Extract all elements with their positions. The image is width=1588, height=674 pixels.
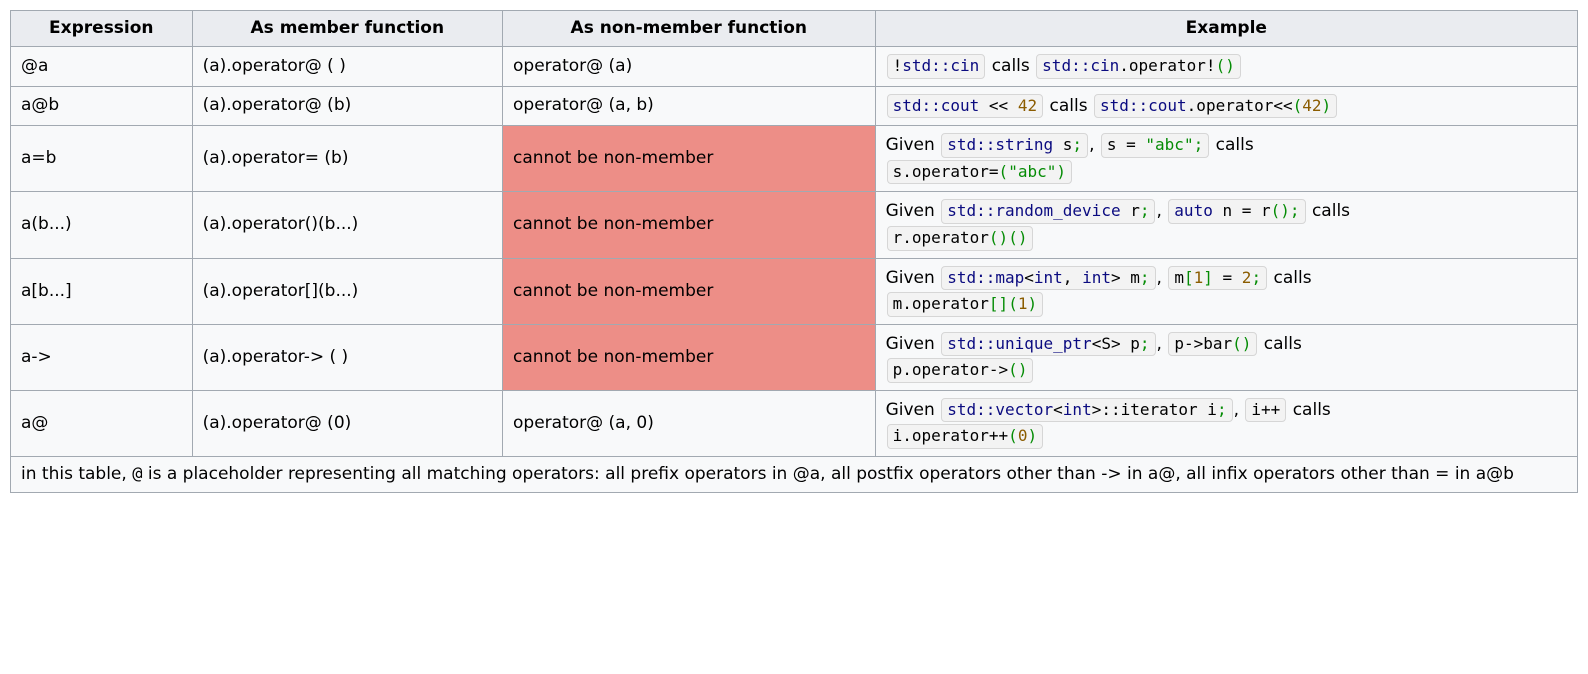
code-chip: !std::cin [887, 54, 986, 79]
connector-calls: calls [992, 56, 1030, 76]
connector-given: Given [886, 135, 935, 155]
cell-example: Given std::string s;, s = "abc"; calls s… [875, 126, 1577, 192]
cell-expression: a[b...] [11, 258, 193, 324]
code-chip: s = "abc"; [1101, 133, 1209, 158]
connector-comma: , [1156, 201, 1161, 221]
connector-calls: calls [1216, 135, 1254, 155]
cell-example: Given std::unique_ptr<S> p;, p->bar() ca… [875, 324, 1577, 390]
code-chip: std::map<int, int> m; [941, 266, 1155, 291]
cell-nonmember-no: cannot be non-member [503, 192, 876, 258]
code-chip: p->bar() [1168, 332, 1257, 357]
footnote-pre: in this table, [21, 464, 132, 484]
connector-calls: calls [1312, 201, 1350, 221]
code-chip: std::unique_ptr<S> p; [941, 332, 1155, 357]
connector-calls: calls [1273, 268, 1311, 288]
code-chip: m.operator[](1) [887, 292, 1044, 317]
cell-member: (a).operator@ (b) [192, 86, 502, 126]
table-row: a@ (a).operator@ (0) operator@ (a, 0) Gi… [11, 390, 1578, 456]
connector-comma: , [1157, 334, 1162, 354]
connector-given: Given [886, 400, 935, 420]
cell-nonmember-no: cannot be non-member [503, 324, 876, 390]
cell-member: (a).operator[](b...) [192, 258, 502, 324]
cell-nonmember: operator@ (a) [503, 46, 876, 86]
code-chip: std::random_device r; [941, 199, 1155, 224]
col-nonmember: As non-member function [503, 11, 876, 47]
cell-example: std::cout << 42 calls std::cout.operator… [875, 86, 1577, 126]
col-expression: Expression [11, 11, 193, 47]
cell-nonmember: operator@ (a, 0) [503, 390, 876, 456]
cell-member: (a).operator= (b) [192, 126, 502, 192]
connector-given: Given [886, 268, 935, 288]
cell-expression: @a [11, 46, 193, 86]
code-chip: std::vector<int>::iterator i; [941, 398, 1232, 423]
connector-comma: , [1089, 135, 1094, 155]
table-row: a=b (a).operator= (b) cannot be non-memb… [11, 126, 1578, 192]
cell-example: Given std::vector<int>::iterator i;, i++… [875, 390, 1577, 456]
cell-nonmember-no: cannot be non-member [503, 258, 876, 324]
cell-nonmember-no: cannot be non-member [503, 126, 876, 192]
cell-expression: a@b [11, 86, 193, 126]
cell-member: (a).operator@ ( ) [192, 46, 502, 86]
code-chip: i++ [1245, 398, 1286, 423]
connector-comma: , [1157, 268, 1162, 288]
cell-example: Given std::map<int, int> m;, m[1] = 2; c… [875, 258, 1577, 324]
cell-example: !std::cin calls std::cin.operator!() [875, 46, 1577, 86]
code-chip: auto n = r(); [1168, 199, 1305, 224]
table-row: a[b...] (a).operator[](b...) cannot be n… [11, 258, 1578, 324]
cell-example: Given std::random_device r;, auto n = r(… [875, 192, 1577, 258]
operator-overload-table: Expression As member function As non-mem… [10, 10, 1578, 493]
footnote-at: @ [132, 464, 142, 484]
table-row: @a (a).operator@ ( ) operator@ (a) !std:… [11, 46, 1578, 86]
connector-calls: calls [1293, 400, 1331, 420]
connector-comma: , [1234, 400, 1239, 420]
footnote-cell: in this table, @ is a placeholder repres… [11, 457, 1578, 493]
col-member: As member function [192, 11, 502, 47]
connector-calls: calls [1049, 96, 1087, 116]
connector-given: Given [886, 334, 935, 354]
code-chip: std::cout << 42 [887, 94, 1044, 119]
code-chip: i.operator++(0) [887, 424, 1044, 449]
cell-expression: a-> [11, 324, 193, 390]
cell-expression: a=b [11, 126, 193, 192]
col-example: Example [875, 11, 1577, 47]
cell-expression: a(b...) [11, 192, 193, 258]
footnote-post: is a placeholder representing all matchi… [142, 464, 1513, 484]
table-footnote-row: in this table, @ is a placeholder repres… [11, 457, 1578, 493]
connector-given: Given [886, 201, 935, 221]
table-row: a-> (a).operator-> ( ) cannot be non-mem… [11, 324, 1578, 390]
table-row: a(b...) (a).operator()(b...) cannot be n… [11, 192, 1578, 258]
cell-expression: a@ [11, 390, 193, 456]
table-row: a@b (a).operator@ (b) operator@ (a, b) s… [11, 86, 1578, 126]
code-chip: std::cout.operator<<(42) [1094, 94, 1337, 119]
cell-member: (a).operator@ (0) [192, 390, 502, 456]
code-chip: std::cin.operator!() [1036, 54, 1241, 79]
code-chip: m[1] = 2; [1168, 266, 1267, 291]
cell-nonmember: operator@ (a, b) [503, 86, 876, 126]
code-chip: std::string s; [941, 133, 1088, 158]
code-chip: s.operator=("abc") [887, 160, 1072, 185]
code-chip: r.operator()() [887, 226, 1034, 251]
connector-calls: calls [1264, 334, 1302, 354]
table-header-row: Expression As member function As non-mem… [11, 11, 1578, 47]
cell-member: (a).operator-> ( ) [192, 324, 502, 390]
cell-member: (a).operator()(b...) [192, 192, 502, 258]
code-chip: p.operator->() [887, 358, 1034, 383]
